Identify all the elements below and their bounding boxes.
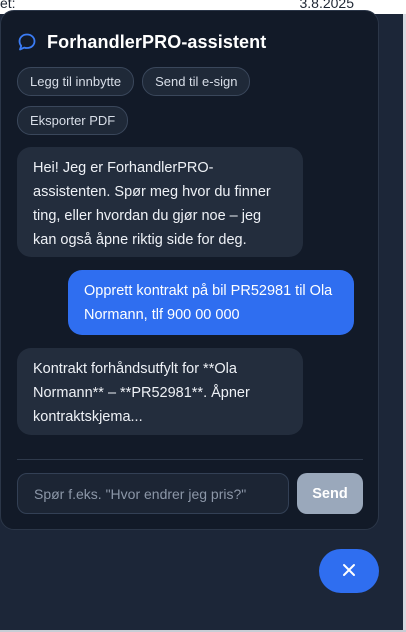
send-button[interactable]: Send [297,473,363,514]
chat-input[interactable] [17,473,289,514]
chat-bubble-icon [17,32,37,52]
background-label: et: [0,0,16,11]
close-icon [341,562,357,581]
background-date: 3.8.2025 [299,0,355,11]
quick-actions: Legg til innbytte Send til e-sign Ekspor… [17,67,367,135]
assistant-chat-panel: ForhandlerPRO-assistent Legg til innbytt… [0,10,379,530]
send-to-esign-button[interactable]: Send til e-sign [142,67,251,96]
composer-divider [17,459,363,460]
add-trade-in-button[interactable]: Legg til innbytte [17,67,135,96]
assistant-message: Kontrakt forhåndsutfylt for **Ola Norman… [17,348,303,435]
close-chat-button[interactable] [319,549,379,593]
assistant-message: Hei! Jeg er ForhandlerPRO-assistenten. S… [17,147,303,257]
chat-title: ForhandlerPRO-assistent [47,31,267,52]
chat-header: ForhandlerPRO-assistent [17,29,362,55]
user-message: Opprett kontrakt på bil PR52981 til Ola … [68,270,354,335]
export-pdf-button[interactable]: Eksporter PDF [17,106,129,135]
